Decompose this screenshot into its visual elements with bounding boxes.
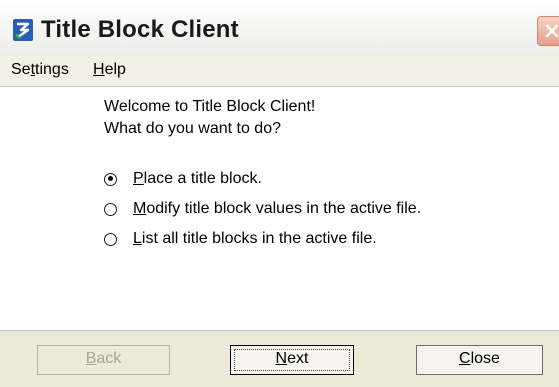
option-modify-accel: M bbox=[133, 200, 147, 217]
back-rest: ack bbox=[96, 350, 122, 367]
title-bar[interactable]: Title Block Client bbox=[0, 0, 559, 56]
option-place-title-block[interactable]: Place a title block. bbox=[104, 168, 262, 190]
menu-bar: Settings Help bbox=[0, 56, 559, 87]
next-accel: N bbox=[275, 350, 288, 367]
back-button[interactable]: Back bbox=[37, 345, 170, 375]
radio-place[interactable] bbox=[104, 172, 117, 186]
menu-settings-post: tings bbox=[35, 61, 69, 78]
radio-modify[interactable] bbox=[104, 202, 117, 216]
dialog-window: Title Block Client Settings Help Welcome… bbox=[0, 0, 559, 387]
menu-help-post: elp bbox=[104, 61, 126, 78]
menu-settings-pre: Se bbox=[11, 61, 31, 78]
window-close-button[interactable] bbox=[537, 16, 559, 46]
option-label-list: List all title blocks in the active file… bbox=[133, 230, 377, 248]
option-list-rest: ist all title blocks in the active file. bbox=[141, 230, 377, 247]
menu-help-accel: H bbox=[93, 61, 105, 78]
back-accel: B bbox=[85, 350, 97, 367]
option-list-title-blocks[interactable]: List all title blocks in the active file… bbox=[104, 228, 377, 250]
radio-list[interactable] bbox=[104, 232, 117, 246]
button-bar: Back Next Close bbox=[0, 331, 559, 387]
welcome-line-2: What do you want to do? bbox=[104, 120, 281, 137]
menu-help[interactable]: Help bbox=[93, 61, 126, 79]
option-place-accel: P bbox=[133, 170, 144, 187]
welcome-line-1: Welcome to Title Block Client! bbox=[104, 98, 316, 115]
menu-settings[interactable]: Settings bbox=[11, 61, 69, 79]
option-modify-values[interactable]: Modify title block values in the active … bbox=[104, 198, 421, 220]
content-panel: Welcome to Title Block Client! What do y… bbox=[0, 87, 559, 331]
close-icon bbox=[545, 24, 559, 38]
option-modify-rest: odify title block values in the active f… bbox=[146, 200, 422, 217]
close-accel: C bbox=[459, 350, 471, 367]
welcome-text: Welcome to Title Block Client! What do y… bbox=[104, 96, 315, 140]
option-label-place: Place a title block. bbox=[133, 170, 262, 188]
window-title: Title Block Client bbox=[41, 16, 239, 43]
option-list-accel: L bbox=[133, 230, 142, 247]
option-label-modify: Modify title block values in the active … bbox=[133, 200, 421, 218]
close-button[interactable]: Close bbox=[416, 345, 543, 375]
app-icon bbox=[12, 18, 34, 42]
close-rest: lose bbox=[470, 350, 500, 367]
next-button[interactable]: Next bbox=[230, 345, 354, 375]
next-rest: ext bbox=[287, 350, 309, 367]
option-place-rest: lace a title block. bbox=[143, 170, 262, 187]
